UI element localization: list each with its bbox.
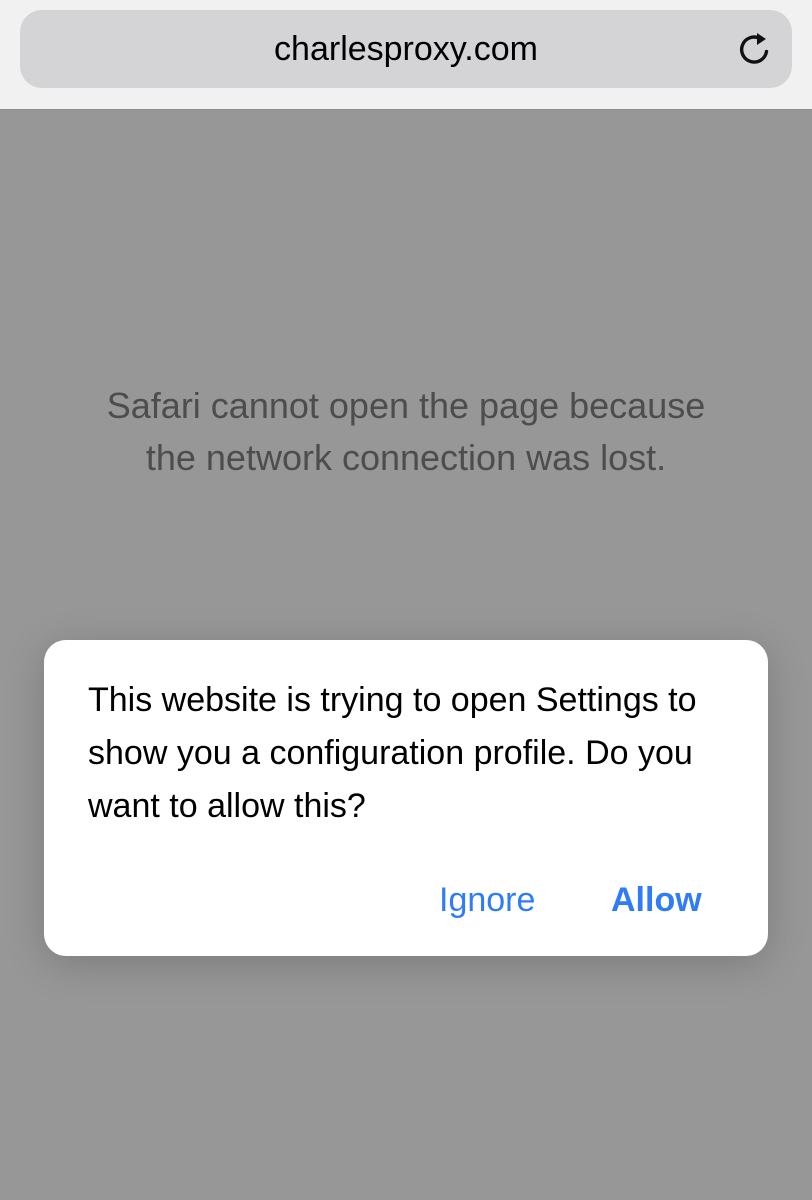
dialog-message: This website is trying to open Settings … xyxy=(88,681,697,825)
browser-toolbar: charlesproxy.com xyxy=(0,0,812,110)
allow-button[interactable]: Allow xyxy=(611,872,702,928)
ignore-button[interactable]: Ignore xyxy=(439,872,535,928)
error-message: Safari cannot open the page because the … xyxy=(106,385,706,478)
address-bar[interactable]: charlesproxy.com xyxy=(20,10,792,88)
url-text[interactable]: charlesproxy.com xyxy=(20,10,792,88)
reload-icon[interactable] xyxy=(735,29,775,69)
alert-dialog: This website is trying to open Settings … xyxy=(44,640,768,956)
